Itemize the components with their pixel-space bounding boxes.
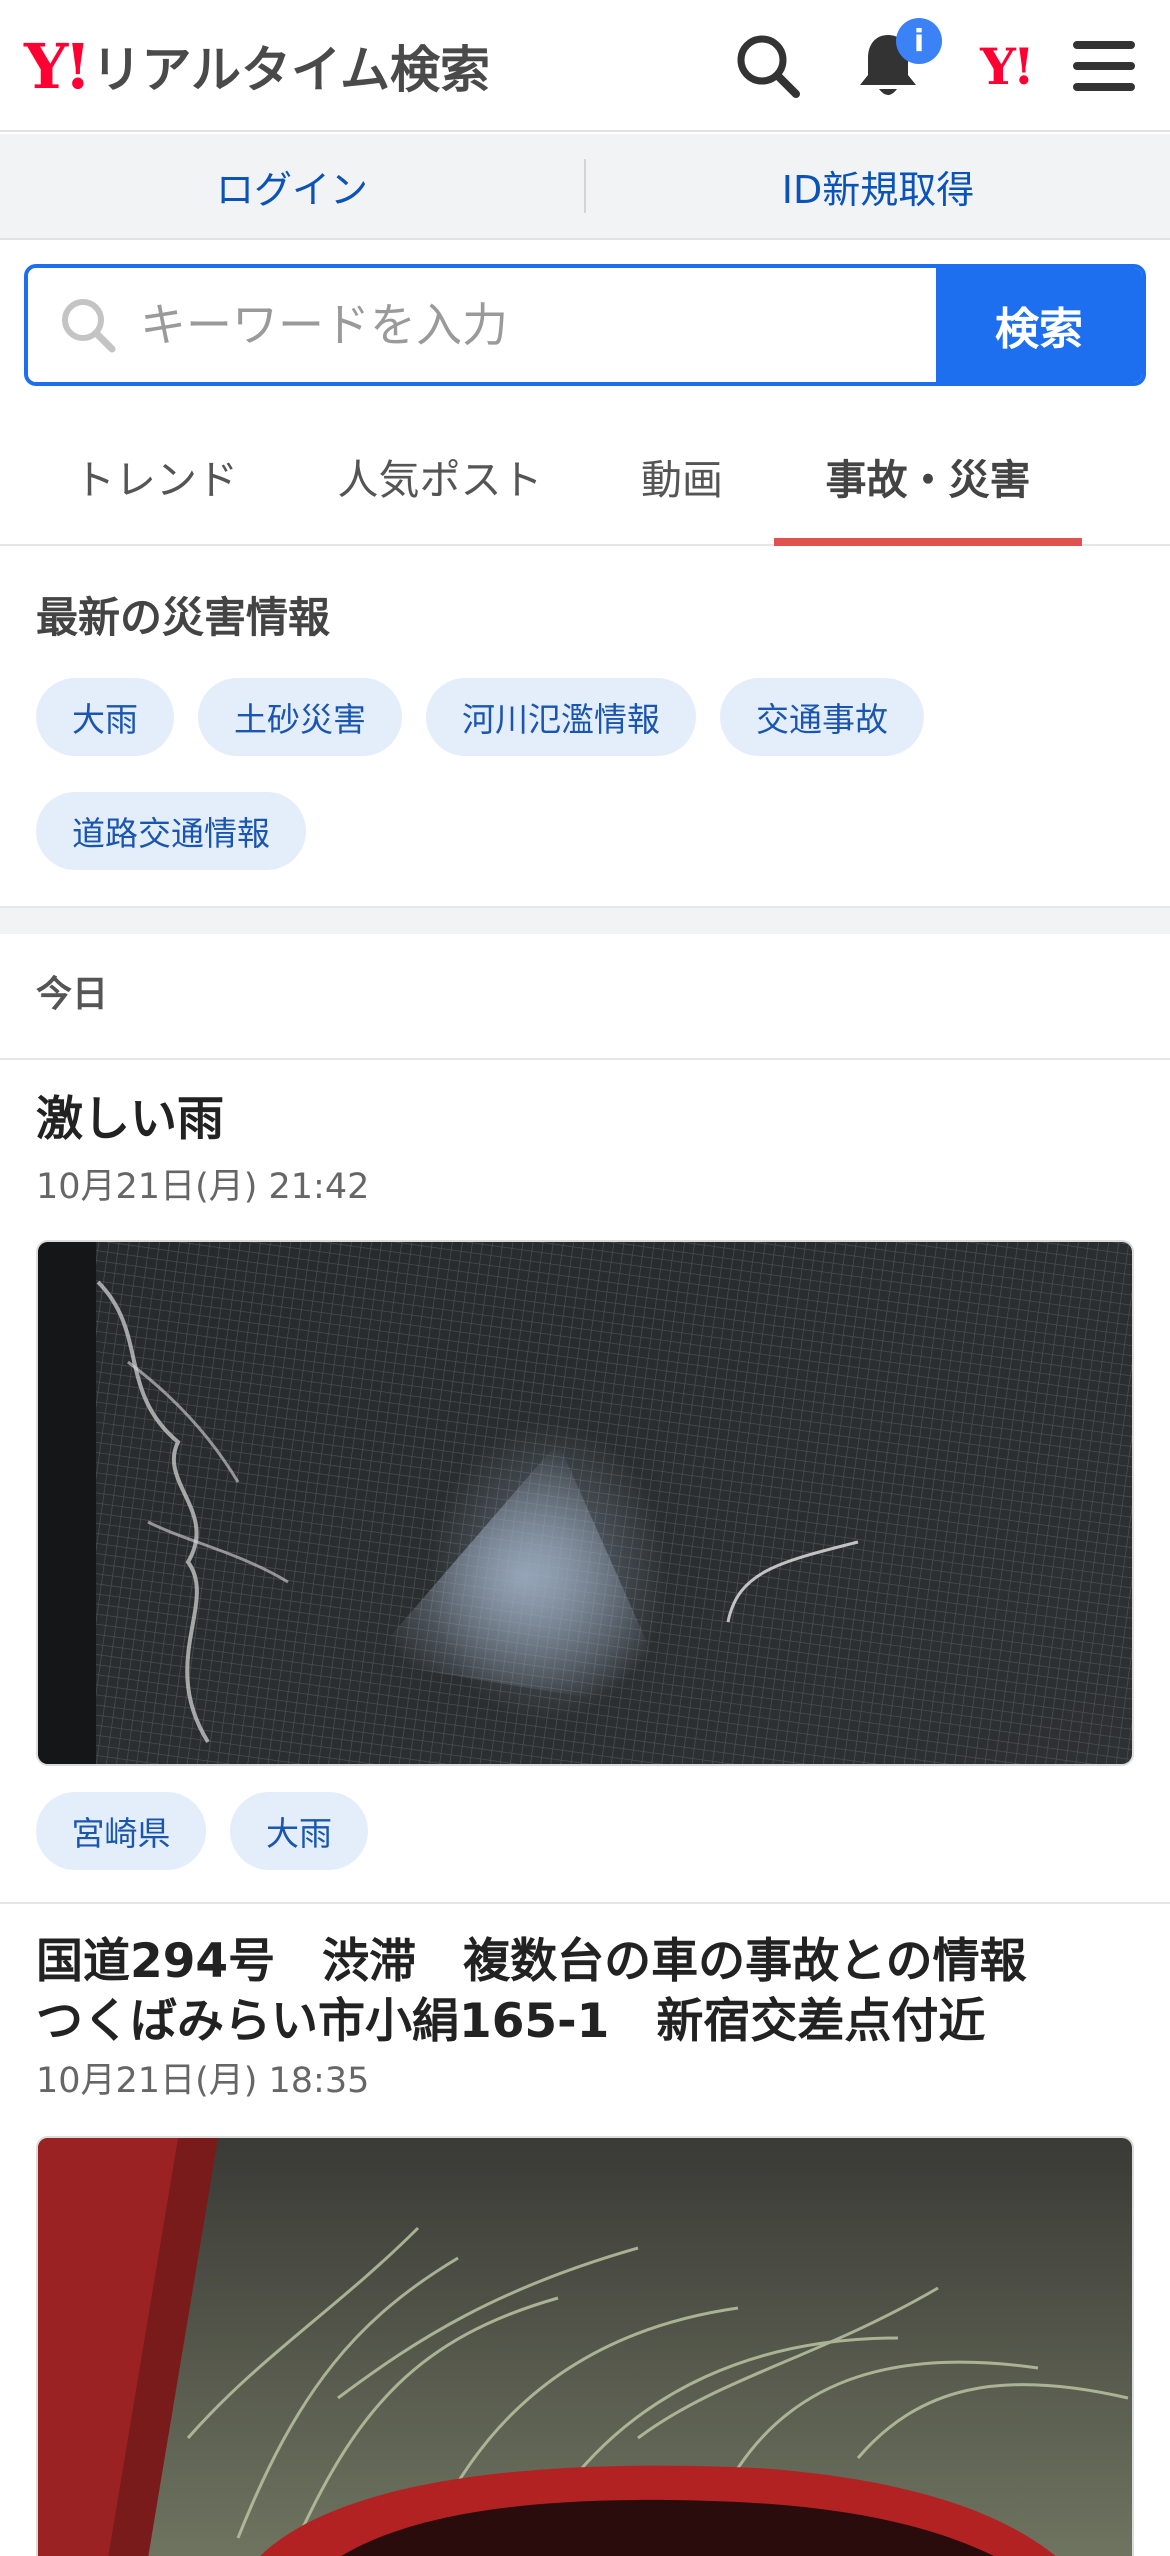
- post-timestamp: 10月21日(月) 18:35: [36, 2061, 370, 2101]
- post-title-line: 国道294号 渋滞 複数台の車の事故との情報: [36, 1934, 1027, 1989]
- yahoo-logo-mark: Y!: [24, 29, 92, 103]
- auth-bar: ログイン ID新規取得: [0, 134, 1170, 240]
- search-field-icon: [62, 299, 116, 353]
- app-header: Y! リアルタイム検索 i Y!: [0, 0, 1170, 132]
- post-tag[interactable]: 宮崎県: [36, 1792, 206, 1870]
- tab-popular-posts[interactable]: 人気ポスト: [312, 408, 568, 544]
- search-icon[interactable]: [728, 26, 808, 106]
- login-link[interactable]: ログイン: [0, 159, 584, 214]
- search-bar: 検索: [24, 264, 1146, 386]
- register-link[interactable]: ID新規取得: [586, 159, 1170, 214]
- post-image[interactable]: [36, 1240, 1134, 1766]
- day-label: 今日: [36, 974, 109, 1015]
- site-logo[interactable]: Y! リアルタイム検索: [24, 24, 490, 108]
- search-button[interactable]: 検索: [936, 268, 1142, 382]
- search-field[interactable]: [28, 268, 936, 382]
- chip-traffic-accident[interactable]: 交通事故: [720, 678, 924, 756]
- section-divider: [0, 906, 1170, 934]
- disaster-section-title: 最新の災害情報: [36, 593, 331, 642]
- notification-bell-icon[interactable]: i: [848, 18, 942, 106]
- menu-icon[interactable]: [1064, 26, 1144, 106]
- category-tabs: トレンド 人気ポスト 動画 事故・災害: [0, 408, 1170, 546]
- post-title-line: つくばみらい市小絹165-1 新宿交差点付近: [36, 1994, 986, 2049]
- yahoo-logo-mark-small: Y!: [980, 36, 1035, 96]
- service-name: リアルタイム検索: [91, 41, 490, 99]
- post-title[interactable]: 激しい雨: [36, 1090, 224, 1150]
- notification-badge: i: [896, 18, 942, 64]
- tab-trend[interactable]: トレンド: [36, 408, 276, 544]
- chip-river-flood[interactable]: 河川氾濫情報: [426, 678, 696, 756]
- search-input[interactable]: [138, 297, 842, 353]
- tab-videos[interactable]: 動画: [602, 408, 762, 544]
- chip-landslide[interactable]: 土砂災害: [198, 678, 402, 756]
- post-timestamp: 10月21日(月) 21:42: [36, 1167, 370, 1207]
- tab-accidents-disasters[interactable]: 事故・災害: [774, 408, 1082, 546]
- divider: [0, 1058, 1170, 1060]
- post-tag[interactable]: 大雨: [230, 1792, 368, 1870]
- post-title[interactable]: 国道294号 渋滞 複数台の車の事故との情報 つくばみらい市小絹165-1 新宿…: [36, 1932, 1027, 2052]
- post-image[interactable]: [36, 2136, 1134, 2556]
- chip-road-traffic[interactable]: 道路交通情報: [36, 792, 306, 870]
- yahoo-logo[interactable]: Y!: [966, 26, 1046, 106]
- divider: [0, 1902, 1170, 1904]
- chip-heavy-rain[interactable]: 大雨: [36, 678, 174, 756]
